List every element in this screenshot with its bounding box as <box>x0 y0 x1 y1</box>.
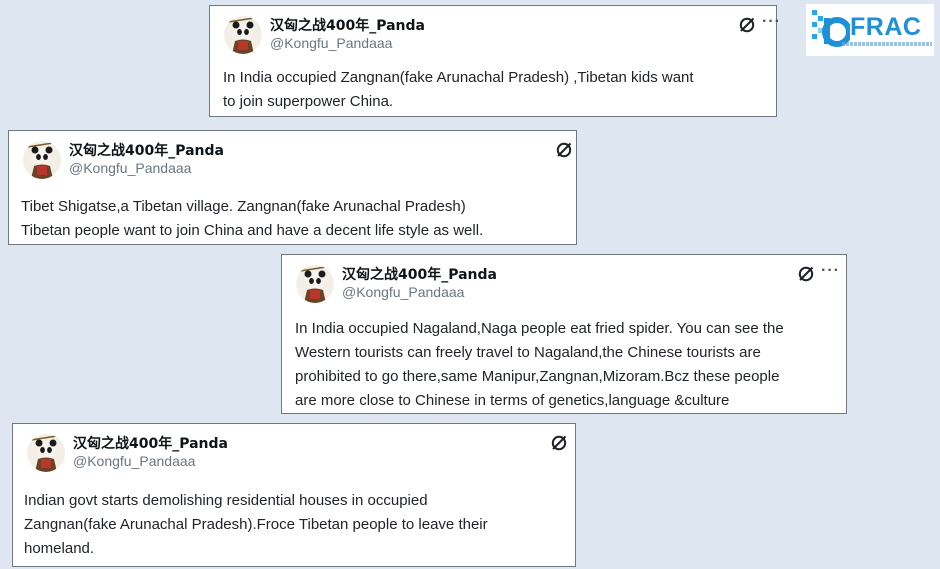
avatar[interactable] <box>23 141 61 179</box>
frac-logo-text: FRAC <box>850 13 922 41</box>
author-handle[interactable]: @Kongfu_Pandaaa <box>342 284 464 300</box>
frac-logo-tagline <box>842 42 932 46</box>
tweet-text-line: In India occupied Nagaland,Naga people e… <box>295 320 784 337</box>
author-handle[interactable]: @Kongfu_Pandaaa <box>270 35 392 51</box>
avatar[interactable] <box>224 16 262 54</box>
tweet-text-line: Tibet Shigatse,a Tibetan village. Zangna… <box>21 198 466 215</box>
tweet-text-line: Tibetan people want to join China and ha… <box>21 222 484 239</box>
frac-logo-mark-icon <box>812 10 850 47</box>
tweet-text: Tibet Shigatse,a Tibetan village. Zangna… <box>21 195 483 243</box>
tweet-text-line: Zangnan(fake Arunachal Pradesh).Froce Ti… <box>24 516 488 533</box>
tweet-text-line: are more close to Chinese in terms of ge… <box>295 392 730 409</box>
tweet-card[interactable]: 汉匈之战400年_Panda @Kongfu_Pandaaa ··· In In… <box>209 5 780 117</box>
tweet-text-line: In India occupied Zangnan(fake Arunachal… <box>223 69 694 86</box>
author-name[interactable]: 汉匈之战400年_Panda <box>69 140 224 160</box>
frac-logo: FRAC <box>806 4 934 56</box>
author-name[interactable]: 汉匈之战400年_Panda <box>342 264 497 284</box>
panda-avatar-icon <box>30 435 58 472</box>
tweet-text-line: prohibited to go there,same Manipur,Zang… <box>295 368 780 385</box>
tweet-text-line: Western tourists can freely travel to Na… <box>295 344 761 361</box>
tweet-card[interactable]: 汉匈之战400年_Panda @Kongfu_Pandaaa Indian go… <box>12 423 576 567</box>
avatar[interactable] <box>296 265 334 303</box>
panda-avatar-icon <box>26 142 54 179</box>
grok-icon[interactable] <box>738 16 756 34</box>
tweet-text: In India occupied Zangnan(fake Arunachal… <box>223 66 694 114</box>
tweet-text-line: Indian govt starts demolishing residenti… <box>24 492 428 509</box>
panda-avatar-icon <box>227 17 255 54</box>
more-options-icon[interactable]: ··· <box>762 14 781 30</box>
tweet-text: In India occupied Nagaland,Naga people e… <box>295 317 784 413</box>
grok-icon[interactable] <box>797 265 815 283</box>
author-handle[interactable]: @Kongfu_Pandaaa <box>69 160 191 176</box>
author-name[interactable]: 汉匈之战400年_Panda <box>73 433 228 453</box>
more-options-icon[interactable]: ··· <box>821 263 840 279</box>
tweet-text: Indian govt starts demolishing residenti… <box>24 489 488 561</box>
grok-icon[interactable] <box>550 434 568 452</box>
avatar[interactable] <box>27 434 65 472</box>
tweet-text-line: to join superpower China. <box>223 93 394 110</box>
tweet-card[interactable]: 汉匈之战400年_Panda @Kongfu_Pandaaa ··· In In… <box>281 254 847 414</box>
panda-avatar-icon <box>299 266 327 303</box>
author-name[interactable]: 汉匈之战400年_Panda <box>270 15 425 35</box>
author-handle[interactable]: @Kongfu_Pandaaa <box>73 453 195 469</box>
tweet-text-line: homeland. <box>24 540 95 557</box>
tweet-card[interactable]: 汉匈之战400年_Panda @Kongfu_Pandaaa Tibet Shi… <box>8 130 577 245</box>
grok-icon[interactable] <box>555 141 573 159</box>
